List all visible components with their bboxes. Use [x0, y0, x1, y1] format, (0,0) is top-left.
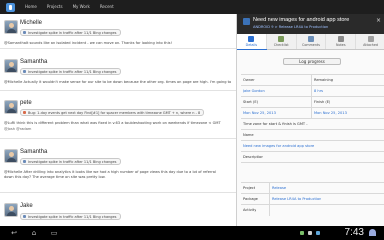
system-nav-bar: ↩ ⌂ ▭ 7:43	[0, 226, 384, 240]
post-author[interactable]: Michelle	[20, 20, 42, 26]
post-message: @SamanthaIt sounds like an isolated inci…	[4, 41, 172, 45]
table-row: Project Release	[241, 182, 384, 194]
clock[interactable]: 7:43	[345, 227, 364, 238]
table-row: Owner Remaining	[241, 74, 384, 86]
task-detail-panel: Need new images for android app store AN…	[236, 14, 384, 226]
task-link-chip[interactable]: Investigate spike in traffic after 11/1 …	[20, 158, 121, 165]
table-row: Need new images for android app store	[241, 140, 384, 151]
panel-title: Need new images for android app store	[253, 17, 350, 23]
bug-link-chip[interactable]: Bug: 1-day events get next day Find[#1] …	[20, 109, 205, 116]
post-author[interactable]: pete	[20, 100, 32, 106]
task-link-chip[interactable]: Investigate spike in traffic after 11/1 …	[20, 68, 121, 75]
task-icon	[23, 70, 26, 73]
task-link-label: Investigate spike in traffic after 11/1 …	[28, 30, 117, 35]
notification-icon[interactable]	[300, 231, 304, 235]
post-message-continued: down this day? The average time on site …	[4, 175, 106, 179]
tab-details[interactable]: Details	[237, 34, 267, 49]
tab-home[interactable]: Home	[20, 0, 42, 14]
notification-icon[interactable]	[308, 231, 312, 235]
table-row: Jake Gordon 8 hrs	[241, 85, 384, 97]
task-icon	[23, 160, 26, 163]
table-row: Activity	[241, 204, 384, 216]
post-message: @LuRi think this is different problem th…	[4, 121, 221, 125]
tab-label: Checklist	[273, 43, 289, 47]
log-progress-button[interactable]: Log progress	[283, 58, 341, 65]
panel-header: Need new images for android app store AN…	[237, 14, 384, 34]
task-link-chip[interactable]: Investigate spike in traffic after 11/1 …	[20, 213, 121, 220]
bug-link-label: Bug: 1-day events get next day Find[#1] …	[28, 110, 201, 115]
task-link-chip[interactable]: Investigate spike in traffic after 11/1 …	[20, 29, 121, 36]
app-logo-icon[interactable]	[0, 0, 20, 14]
avatar[interactable]	[4, 20, 18, 34]
description-field[interactable]	[241, 162, 384, 182]
wifi-icon	[369, 229, 376, 236]
checklist-icon	[278, 36, 285, 42]
post-author[interactable]: Jake	[20, 203, 33, 209]
post-author[interactable]: Samantha	[20, 149, 47, 155]
avatar[interactable]	[4, 203, 18, 217]
avatar[interactable]	[4, 100, 18, 114]
panel-tabs: Details Checklist Comments Notes Attache…	[237, 34, 384, 50]
recent-apps-icon[interactable]: ▭	[48, 229, 60, 237]
panel-breadcrumb[interactable]: ANDROID 9 > Release LR4A to Production	[253, 25, 328, 29]
notes-icon	[337, 36, 344, 42]
avatar[interactable]	[4, 59, 18, 73]
notification-icon[interactable]	[316, 231, 320, 235]
post-mentions[interactable]: @Josh @radam	[4, 127, 31, 131]
tab-label: Comments	[302, 43, 320, 47]
table-row: Description	[241, 151, 384, 162]
tab-projects[interactable]: Projects	[42, 0, 68, 14]
tab-label: Attached	[363, 43, 378, 47]
active-tab-indicator	[237, 49, 267, 50]
divider	[0, 48, 236, 49]
home-icon[interactable]: ⌂	[28, 229, 40, 237]
table-row: Mon Nov 25, 2013 Mon Nov 25, 2013	[241, 107, 384, 119]
details-icon	[248, 36, 255, 42]
tab-checklist[interactable]: Checklist	[267, 34, 297, 49]
tab-comments[interactable]: Comments	[297, 34, 327, 49]
task-type-icon	[243, 18, 250, 25]
task-link-label: Investigate spike in traffic after 11/1 …	[28, 159, 117, 164]
task-link-label: Investigate spike in traffic after 11/1 …	[28, 214, 117, 219]
paperclip-icon	[367, 36, 374, 42]
back-icon[interactable]: ↩	[8, 229, 20, 237]
post-author[interactable]: Samantha	[20, 59, 47, 65]
divider	[0, 90, 236, 91]
tab-attached[interactable]: Attached	[356, 34, 384, 49]
tab-notes[interactable]: Notes	[326, 34, 357, 49]
tab-my-work[interactable]: My Work	[68, 0, 95, 14]
divider	[0, 138, 236, 139]
table-row: Start (E) Finish (E)	[241, 96, 384, 108]
task-link-label: Investigate spike in traffic after 11/1 …	[28, 69, 117, 74]
top-nav-bar: Home Projects My Work Recent	[0, 0, 384, 14]
bug-icon	[23, 111, 26, 114]
post-message: @Michelle Actually it wouldn't make sens…	[4, 80, 232, 84]
avatar[interactable]	[4, 149, 18, 163]
close-icon[interactable]: ×	[376, 17, 381, 24]
comments-icon	[307, 36, 314, 42]
tab-label: Notes	[336, 43, 346, 47]
divider	[0, 192, 236, 193]
tab-recent[interactable]: Recent	[95, 0, 119, 14]
tab-label: Details	[245, 43, 258, 47]
activity-feed[interactable]: Michelle Investigate spike in traffic af…	[0, 14, 236, 226]
table-row: Name	[241, 129, 384, 140]
table-row: Package Release LR4A to Production	[241, 193, 384, 205]
task-icon	[23, 215, 26, 218]
task-icon	[23, 31, 26, 34]
table-row: Time zone for start & finish is GMT -	[241, 118, 384, 129]
activity-header: Activity	[243, 208, 257, 212]
